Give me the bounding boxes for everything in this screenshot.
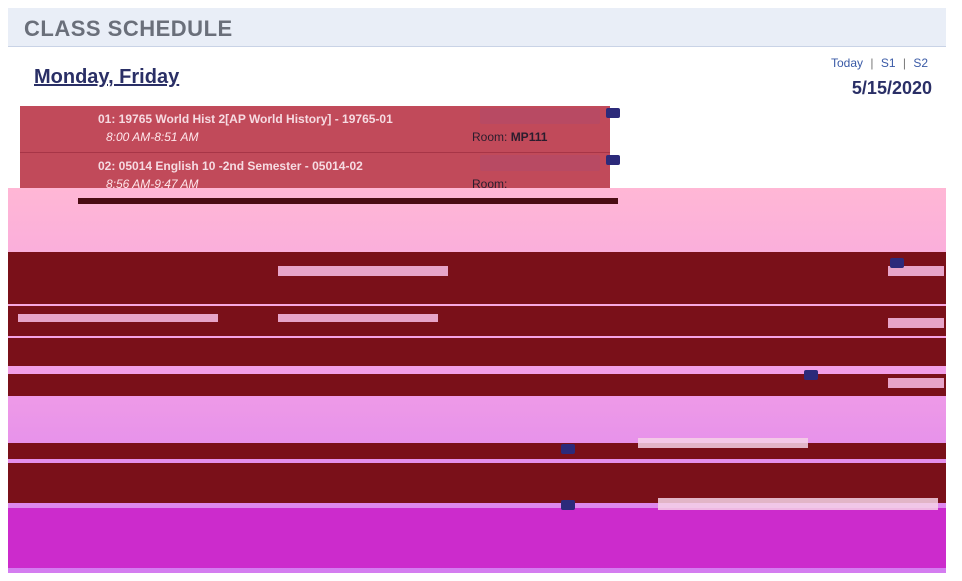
- schedule-block: [8, 463, 946, 503]
- schedule-block: [8, 508, 946, 568]
- schedule-canvas: [8, 188, 946, 573]
- mail-icon[interactable]: [561, 500, 575, 510]
- schedule-date: 5/15/2020: [851, 78, 932, 98]
- teacher-name: [480, 155, 600, 171]
- term-link-s2[interactable]: S2: [913, 56, 928, 70]
- blurred-text: [278, 314, 438, 322]
- blurred-text: [888, 318, 944, 328]
- period-row[interactable]: 01: 19765 World Hist 2[AP World History]…: [20, 106, 620, 153]
- term-links: Today | S1 | S2: [831, 56, 928, 70]
- page-frame: CLASS SCHEDULE Monday, Friday Today | S1…: [8, 8, 946, 573]
- mail-icon[interactable]: [804, 370, 818, 380]
- period-room: Room: MP111: [472, 130, 547, 144]
- schedule-block: [8, 252, 946, 304]
- schedule-header: CLASS SCHEDULE: [8, 8, 946, 47]
- term-link-today[interactable]: Today: [831, 56, 863, 70]
- term-link-s1[interactable]: S1: [881, 56, 896, 70]
- blurred-text: [888, 378, 944, 388]
- blurred-text: [278, 266, 448, 276]
- noise-overlay: [638, 438, 808, 448]
- period-time: 8:00 AM-8:51 AM: [106, 130, 199, 144]
- schedule-block: [8, 338, 946, 366]
- room-label: Room:: [472, 130, 508, 144]
- divider-strip: [78, 198, 618, 204]
- mail-icon[interactable]: [890, 258, 904, 268]
- noise-overlay: [658, 498, 938, 510]
- blurred-text: [18, 314, 218, 322]
- mail-icon[interactable]: [606, 155, 620, 165]
- period-course[interactable]: 02: 05014 English 10 -2nd Semester - 050…: [98, 159, 363, 173]
- period-course[interactable]: 01: 19765 World Hist 2[AP World History]…: [98, 112, 393, 126]
- mail-icon[interactable]: [561, 444, 575, 454]
- term-separator: |: [870, 56, 874, 70]
- day-heading: Monday, Friday: [34, 66, 180, 88]
- page-title: CLASS SCHEDULE: [24, 16, 233, 41]
- term-separator: |: [902, 56, 906, 70]
- teacher-name: [480, 108, 600, 124]
- room-value: MP111: [510, 130, 548, 144]
- mail-icon[interactable]: [606, 108, 620, 118]
